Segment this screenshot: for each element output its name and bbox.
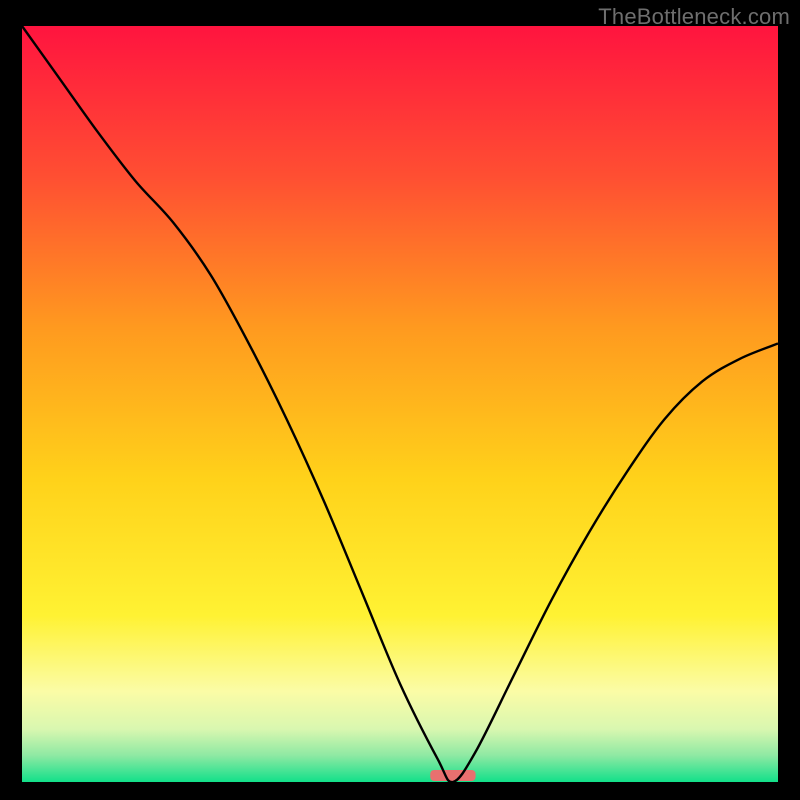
optimal-marker	[430, 770, 475, 781]
chart-frame: TheBottleneck.com	[0, 0, 800, 800]
gradient-background	[22, 26, 778, 782]
chart-svg	[22, 26, 778, 782]
bottleneck-plot	[22, 26, 778, 782]
watermark-text: TheBottleneck.com	[598, 4, 790, 30]
